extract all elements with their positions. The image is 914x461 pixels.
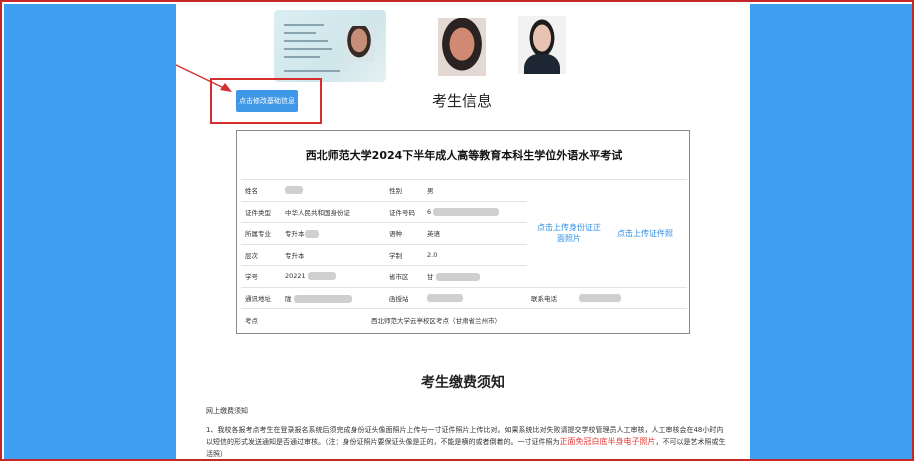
station-label: 函授站 bbox=[385, 286, 423, 309]
venue-label: 考点 bbox=[241, 308, 281, 330]
duration-value: 2.0 bbox=[423, 243, 527, 266]
left-side-panel bbox=[4, 4, 176, 459]
table-row: 考点 西北师范大学云亭校区考点（甘肃省兰州市） bbox=[241, 308, 687, 330]
main-content: 点击修改基础信息 考生信息 西北师范大学2024下半年成人高等教育本科生学位外语… bbox=[176, 4, 750, 459]
level-value: 专升本 bbox=[281, 243, 385, 266]
station-value bbox=[423, 286, 527, 309]
extracted-face-photo bbox=[438, 18, 486, 76]
gender-value: 男 bbox=[423, 179, 527, 201]
id-number-label: 证件号码 bbox=[385, 200, 423, 223]
certificate-photo bbox=[518, 16, 566, 74]
notice-heading: 网上缴费须知 bbox=[206, 407, 248, 415]
phone-value bbox=[575, 286, 687, 309]
upload-id-photo-link[interactable]: 点击上传身份证正面照片 bbox=[535, 222, 603, 244]
venue-value: 西北师范大学云亭校区考点（甘肃省兰州市） bbox=[281, 308, 687, 330]
address-label: 通讯地址 bbox=[241, 286, 281, 309]
address-value: 陇 bbox=[281, 286, 385, 309]
id-number-value: 6 bbox=[423, 200, 527, 223]
duration-label: 学制 bbox=[385, 243, 423, 266]
table-row: 姓名 性别 男 点击上传身份证正面照片 点击上传证件照 bbox=[241, 179, 687, 287]
candidate-info-table: 姓名 性别 男 点击上传身份证正面照片 点击上传证件照 证件类型 中华人民共和国… bbox=[241, 179, 687, 330]
name-value bbox=[281, 179, 385, 201]
candidate-info-card: 西北师范大学2024下半年成人高等教育本科生学位外语水平考试 姓名 性别 男 点… bbox=[236, 130, 690, 334]
major-value: 专升本 bbox=[281, 222, 385, 244]
phone-label: 联系电话 bbox=[527, 286, 575, 309]
level-label: 层次 bbox=[241, 243, 281, 266]
id-type-label: 证件类型 bbox=[241, 200, 281, 223]
exam-title: 西北师范大学2024下半年成人高等教育本科生学位外语水平考试 bbox=[305, 149, 623, 162]
gender-label: 性别 bbox=[385, 179, 423, 201]
page-frame: 点击修改基础信息 考生信息 西北师范大学2024下半年成人高等教育本科生学位外语… bbox=[0, 0, 914, 461]
upload-cert-photo-link[interactable]: 点击上传证件照 bbox=[611, 228, 679, 239]
id-card-photo bbox=[274, 10, 386, 82]
name-label: 姓名 bbox=[241, 179, 281, 201]
region-label: 省市区 bbox=[385, 265, 423, 287]
student-id-label: 学号 bbox=[241, 265, 281, 287]
candidate-info-title: 考生信息 bbox=[431, 92, 492, 110]
language-value: 英语 bbox=[423, 222, 527, 244]
upload-area: 点击上传身份证正面照片 点击上传证件照 bbox=[527, 179, 687, 287]
id-type-value: 中华人民共和国身份证 bbox=[281, 200, 385, 223]
notice-body: 1、我校各报考点考生在登录报名系统后须完成身份证头像面照片上传与一寸证件照片上传… bbox=[206, 426, 726, 458]
region-value: 甘 bbox=[423, 265, 527, 287]
photo-requirement-highlight: 正面免冠白底半身电子照片 bbox=[559, 437, 656, 446]
right-side-panel bbox=[750, 4, 912, 459]
payment-notice-title: 考生缴费须知 bbox=[421, 375, 505, 391]
table-row: 通讯地址 陇 函授站 联系电话 bbox=[241, 286, 687, 309]
student-id-value: 20221 bbox=[281, 265, 385, 287]
major-label: 所属专业 bbox=[241, 222, 281, 244]
language-label: 语种 bbox=[385, 222, 423, 244]
